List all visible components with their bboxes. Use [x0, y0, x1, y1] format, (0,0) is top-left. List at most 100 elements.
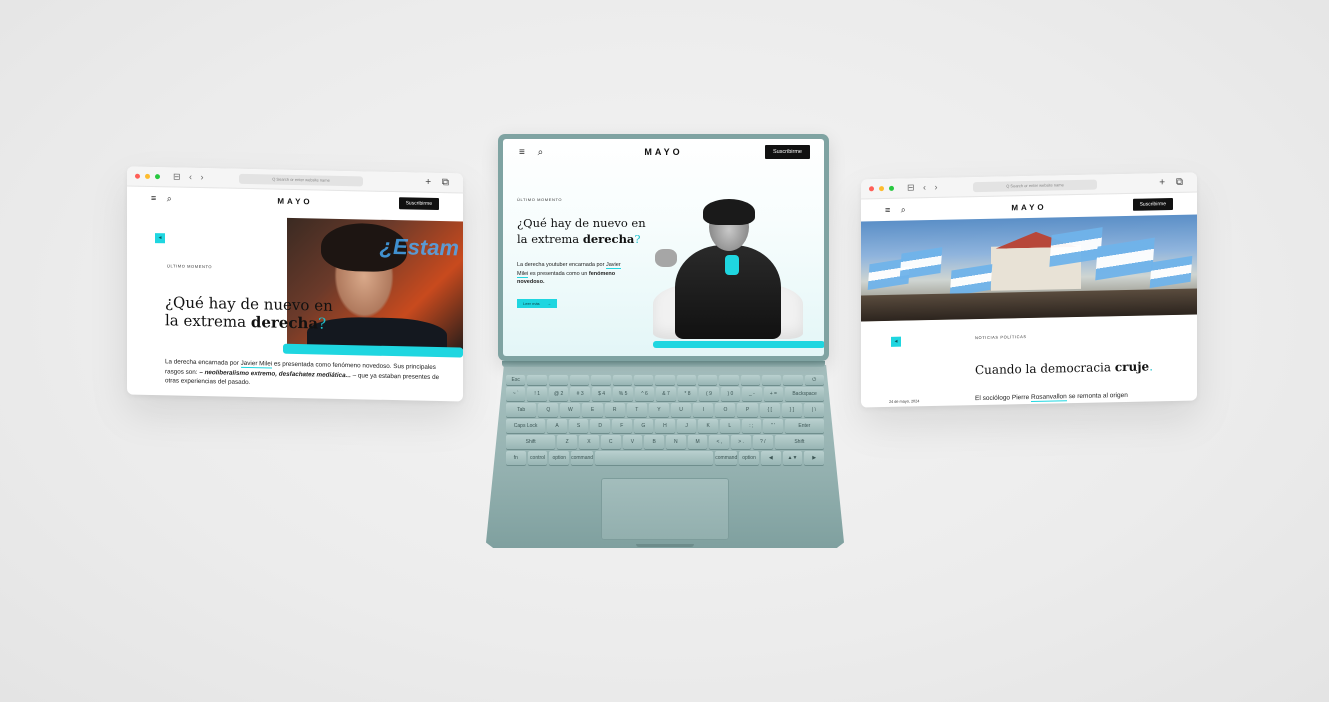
keyboard-key[interactable]: U: [671, 403, 692, 417]
keyboard-key[interactable]: P: [737, 403, 758, 417]
keyboard-key[interactable]: Backspace: [785, 387, 825, 401]
keyboard-key[interactable]: H: [655, 419, 675, 433]
keyboard-key[interactable]: Q: [538, 403, 559, 417]
keyboard-key[interactable]: ? /: [752, 435, 773, 449]
read-more-button[interactable]: Leer más →: [517, 299, 557, 308]
keyboard-key[interactable]: fn: [506, 451, 526, 465]
keyboard-key[interactable]: J: [676, 419, 697, 433]
keyboard-key[interactable]: Enter: [784, 419, 824, 433]
keyboard-key[interactable]: [740, 375, 760, 385]
keyboard-key[interactable]: } ]: [781, 403, 802, 417]
keyboard-key[interactable]: # 3: [570, 387, 590, 401]
keyboard-key[interactable]: A: [547, 419, 567, 433]
keyboard-key[interactable]: [633, 375, 654, 385]
address-bar[interactable]: Q Search or enter website name: [973, 179, 1097, 193]
keyboard-key[interactable]: ◀: [760, 451, 781, 465]
keyboard-key[interactable]: O: [715, 403, 736, 417]
keyboard-key[interactable]: ^ 6: [634, 387, 655, 401]
keyboard-key[interactable]: [591, 375, 611, 385]
author-link[interactable]: Rosanvallon: [1031, 393, 1067, 402]
flag-shape: [1095, 237, 1155, 281]
keyboard-key[interactable]: [612, 375, 632, 385]
author-link[interactable]: Javier Milei: [240, 359, 273, 369]
close-window-button[interactable]: [135, 173, 140, 179]
keyboard-key[interactable]: [527, 375, 547, 385]
keyboard-key[interactable]: F: [611, 419, 632, 433]
keyboard-key[interactable]: Shift: [774, 435, 824, 449]
minimize-window-button[interactable]: [879, 186, 884, 192]
keyboard-key[interactable]: ) 0: [720, 387, 741, 401]
keyboard-key[interactable]: G: [633, 419, 654, 433]
keyboard-key[interactable]: option: [739, 451, 759, 465]
keyboard-key[interactable]: N: [666, 435, 686, 449]
minimize-window-button[interactable]: [145, 173, 150, 179]
keyboard-key[interactable]: command: [571, 451, 594, 465]
keyboard-key[interactable]: < ,: [709, 435, 730, 449]
browser-nav-icons[interactable]: ⊟ ‹ ›: [173, 171, 207, 183]
keyboard-key[interactable]: ! 1: [527, 387, 547, 401]
keyboard-key[interactable]: Y: [648, 403, 670, 417]
address-bar[interactable]: Q Search or enter website name: [239, 173, 363, 187]
keyboard-key[interactable]: * 8: [677, 387, 698, 401]
article-lead: La derecha encarnada por Javier Milei es…: [165, 358, 440, 387]
keyboard-key[interactable]: control: [527, 451, 548, 465]
keyboard-key[interactable]: [719, 375, 739, 385]
browser-tools-icons[interactable]: + ⧉: [425, 177, 453, 189]
keyboard-key[interactable]: & 7: [656, 387, 676, 401]
keyboard-key[interactable]: [655, 375, 675, 385]
read-more-label: Leer más: [523, 301, 540, 306]
keyboard-key[interactable]: [548, 375, 568, 385]
keyboard-key[interactable]: L: [719, 419, 740, 433]
subscribe-button[interactable]: Suscribirme: [764, 145, 810, 159]
keyboard-key[interactable]: E: [582, 403, 603, 417]
maximize-window-button[interactable]: [889, 185, 894, 191]
keyboard-key[interactable]: I: [693, 403, 714, 417]
keyboard-key[interactable]: Esc: [506, 375, 526, 385]
keyboard-key[interactable]: option: [549, 451, 570, 465]
browser-tools-icons[interactable]: + ⧉: [1159, 177, 1187, 189]
keyboard-key[interactable]: T: [626, 403, 647, 417]
keyboard-key[interactable]: : ;: [741, 419, 762, 433]
browser-nav-icons[interactable]: ⊟ ‹ ›: [907, 182, 941, 194]
keyboard-key[interactable]: X: [579, 435, 599, 449]
keyboard-key[interactable]: [761, 375, 782, 385]
keyboard-key[interactable]: V: [622, 435, 643, 449]
keyboard-key[interactable]: [595, 451, 714, 465]
keyboard-key[interactable]: $ 4: [591, 387, 612, 401]
keyboard-key[interactable]: R: [604, 403, 625, 417]
keyboard-key[interactable]: [697, 375, 718, 385]
keyboard-key[interactable]: @ 2: [548, 387, 569, 401]
keyboard-key[interactable]: command: [715, 451, 738, 465]
keyboard-key[interactable]: ⏻: [804, 375, 824, 385]
subscribe-button[interactable]: Suscribirme: [1132, 197, 1173, 211]
keyboard-key[interactable]: " ': [763, 419, 783, 433]
keyboard-key[interactable]: D: [590, 419, 610, 433]
subscribe-button[interactable]: Suscribirme: [398, 197, 439, 211]
keyboard-key[interactable]: > .: [731, 435, 751, 449]
keyboard-key[interactable]: Shift: [506, 435, 556, 449]
keyboard-key[interactable]: ▲▼: [782, 451, 803, 465]
keyboard-key[interactable]: C: [600, 435, 621, 449]
keyboard-key[interactable]: { [: [759, 403, 780, 417]
keyboard-key[interactable]: ▶: [804, 451, 825, 465]
keyboard-key[interactable]: K: [698, 419, 718, 433]
keyboard-key[interactable]: ~ `: [506, 387, 526, 401]
keyboard-key[interactable]: _ -: [742, 387, 762, 401]
keyboard-key[interactable]: [569, 375, 590, 385]
close-window-button[interactable]: [869, 186, 874, 192]
keyboard-key[interactable]: Z: [557, 435, 578, 449]
keyboard-key[interactable]: | \: [803, 403, 825, 417]
keyboard-key[interactable]: S: [568, 419, 589, 433]
keyboard-key[interactable]: ( 9: [699, 387, 719, 401]
keyboard-key[interactable]: Caps Lock: [506, 419, 546, 433]
maximize-window-button[interactable]: [155, 174, 160, 180]
keyboard-key[interactable]: [783, 375, 803, 385]
keyboard-key[interactable]: B: [644, 435, 664, 449]
trackpad[interactable]: [601, 478, 729, 540]
keyboard-key[interactable]: % 5: [613, 387, 633, 401]
keyboard-key[interactable]: + =: [763, 387, 784, 401]
keyboard-key[interactable]: Tab: [506, 403, 537, 417]
keyboard-key[interactable]: M: [687, 435, 708, 449]
keyboard-key[interactable]: W: [560, 403, 581, 417]
keyboard-key[interactable]: [676, 375, 696, 385]
